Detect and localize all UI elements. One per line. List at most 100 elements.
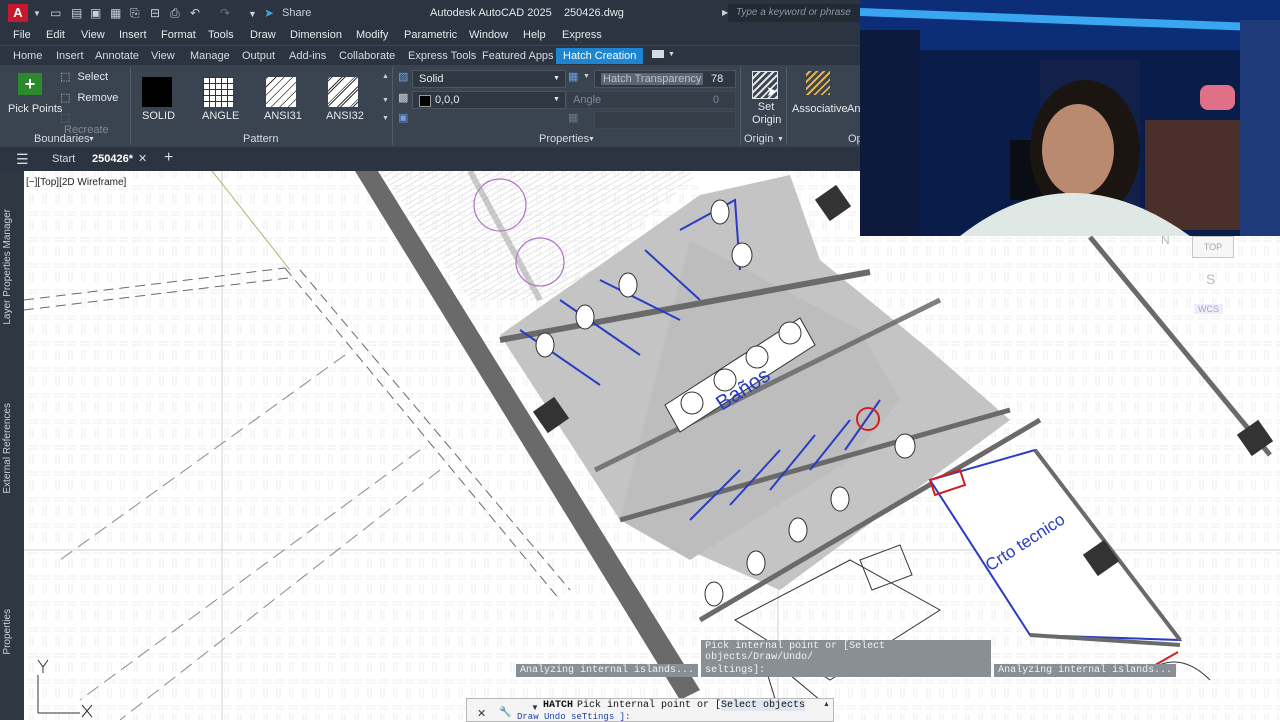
external-references-tab[interactable]: External References xyxy=(2,403,13,494)
menu-insert[interactable]: Insert xyxy=(119,29,147,41)
associative-button[interactable]: Associative xyxy=(792,69,848,119)
ansi32-swatch-icon xyxy=(328,77,358,107)
menu-window[interactable]: Window xyxy=(469,29,508,41)
menu-express[interactable]: Express xyxy=(562,29,602,41)
transparency-label: Hatch Transparency xyxy=(601,73,704,85)
pattern-angle[interactable]: ANGLE xyxy=(196,69,240,122)
pattern-ansi31[interactable]: ANSI31 xyxy=(260,69,304,122)
command-option-select-objects[interactable]: Select objects xyxy=(721,700,806,711)
menu-modify[interactable]: Modify xyxy=(356,29,388,41)
tab-hatch-creation[interactable]: Hatch Creation xyxy=(556,48,644,64)
transparency-dropdown-icon[interactable]: ▼ xyxy=(583,73,590,80)
background-color-icon[interactable]: ▣ xyxy=(398,111,408,124)
pattern-scroll-down-icon[interactable]: ▼ xyxy=(382,97,389,104)
save-icon[interactable]: ▣ xyxy=(90,6,101,20)
remove-button[interactable]: ⬚ Remove xyxy=(60,91,120,107)
new-tab-icon[interactable]: + xyxy=(164,149,173,167)
pattern-expand-icon[interactable]: ▼ xyxy=(382,115,389,122)
command-scroll-icon[interactable]: ▲ xyxy=(823,701,830,708)
menu-view[interactable]: View xyxy=(81,29,105,41)
scale-field[interactable] xyxy=(594,111,736,129)
new-file-icon[interactable]: ▭ xyxy=(50,6,61,20)
app-name: Autodesk AutoCAD 2025 xyxy=(430,7,552,19)
angle-label: Angle xyxy=(573,94,602,106)
panel-divider xyxy=(786,67,787,145)
hatch-type-dropdown[interactable]: Solid ▼ xyxy=(412,70,566,88)
wcs-menu[interactable]: WCS xyxy=(1194,304,1223,314)
hatch-color-dropdown[interactable]: 0,0,0 ▼ xyxy=(412,91,566,109)
publish-icon[interactable]: ⎘ xyxy=(130,6,140,21)
boundaries-expand-icon[interactable]: ▼ xyxy=(88,136,95,143)
command-line[interactable]: ✕ 🔧 ▼ HATCH Pick internal point or [ Sel… xyxy=(466,698,834,722)
tab-manage[interactable]: Manage xyxy=(190,50,230,62)
command-options[interactable]: Draw Undo seTtings ]: xyxy=(517,712,630,722)
command-history-block: Pick internal point or [Select objects/D… xyxy=(701,640,992,677)
color-chip xyxy=(419,95,431,107)
viewcube[interactable]: TOP xyxy=(1192,236,1234,258)
close-command-icon[interactable]: ✕ xyxy=(477,707,486,720)
close-tab-icon[interactable]: ✕ xyxy=(138,152,147,165)
menu-tools[interactable]: Tools xyxy=(208,29,234,41)
tab-annotate[interactable]: Annotate xyxy=(95,50,139,62)
menu-draw[interactable]: Draw xyxy=(250,29,276,41)
command-dropdown-icon[interactable]: ▼ xyxy=(531,703,539,712)
tab-add-ins[interactable]: Add-ins xyxy=(289,50,326,62)
select-button[interactable]: ⬚ Select xyxy=(60,70,120,86)
angle-field[interactable]: Angle 0 xyxy=(566,91,736,109)
menu-format[interactable]: Format xyxy=(161,29,196,41)
mouse-cursor-icon: ➤ xyxy=(766,83,778,99)
undo-icon[interactable]: ↶ xyxy=(190,6,200,20)
properties-tab[interactable]: Properties xyxy=(2,609,13,655)
share-button[interactable]: Share xyxy=(282,7,311,19)
menu-file[interactable]: File xyxy=(13,29,31,41)
annotative-label[interactable]: An xyxy=(847,103,860,115)
pattern-scroll-up-icon[interactable]: ▲ xyxy=(382,73,389,80)
hatch-type-value: Solid xyxy=(419,73,444,85)
pick-points-button[interactable]: + Pick Points xyxy=(6,69,62,119)
open-file-icon[interactable]: ▤ xyxy=(71,6,82,20)
tab-insert[interactable]: Insert xyxy=(56,50,84,62)
autocad-logo-icon[interactable]: A xyxy=(8,4,28,22)
redo-icon[interactable]: ↷ xyxy=(220,6,230,20)
origin-panel-title[interactable]: Origin xyxy=(744,133,773,145)
tab-view[interactable]: View xyxy=(151,50,175,62)
layer-properties-tab[interactable]: Layer Properties Manager xyxy=(2,209,13,325)
ribbon-toggle-icon[interactable] xyxy=(652,50,664,58)
tab-collaborate[interactable]: Collaborate xyxy=(339,50,395,62)
viewport-controls[interactable]: [−][Top][2D Wireframe] xyxy=(26,177,126,188)
recreate-button[interactable]: ⬚ Recreate xyxy=(60,111,120,136)
tab-home[interactable]: Home xyxy=(13,50,42,62)
pattern-ansi32[interactable]: ANSI32 xyxy=(322,69,366,122)
share-icon[interactable]: ➤ xyxy=(264,6,274,20)
start-tab[interactable]: Start xyxy=(52,153,75,165)
plot-icon[interactable]: ⊟ xyxy=(150,6,160,20)
current-file-tab[interactable]: 250426* xyxy=(92,153,133,165)
tab-express-tools[interactable]: Express Tools xyxy=(408,50,476,62)
menu-parametric[interactable]: Parametric xyxy=(404,29,457,41)
menu-help[interactable]: Help xyxy=(523,29,546,41)
save-as-icon[interactable]: ▦ xyxy=(110,6,121,20)
command-settings-icon[interactable]: 🔧 xyxy=(499,707,511,718)
pattern-panel-title: Pattern xyxy=(243,133,279,145)
logo-dropdown-icon[interactable]: ▼ xyxy=(33,9,41,18)
app-menu-icon[interactable]: ☰ xyxy=(16,151,29,168)
boundaries-panel-title[interactable]: Boundaries xyxy=(34,133,90,145)
ribbon-toggle-dropdown-icon[interactable]: ▼ xyxy=(668,51,675,58)
properties-expand-icon[interactable]: ▼ xyxy=(588,136,595,143)
transparency-icon[interactable]: ▦ xyxy=(568,70,578,83)
search-placeholder: Type a keyword or phrase xyxy=(736,7,851,18)
tab-output[interactable]: Output xyxy=(242,50,275,62)
print-icon[interactable]: ⎙ xyxy=(170,6,180,21)
menu-edit[interactable]: Edit xyxy=(46,29,65,41)
scale-icon[interactable]: ▦ xyxy=(568,111,578,124)
pick-points-icon: + xyxy=(18,73,42,95)
pattern-solid[interactable]: SOLID xyxy=(140,69,175,122)
properties-panel-title[interactable]: Properties xyxy=(539,133,589,145)
customize-icon[interactable]: ▼ xyxy=(248,9,257,19)
tab-featured-apps[interactable]: Featured Apps xyxy=(482,50,554,62)
transparency-field[interactable]: Hatch Transparency 78 xyxy=(594,70,736,88)
hatch-color-icon: ▩ xyxy=(398,92,409,104)
menu-dimension[interactable]: Dimension xyxy=(290,29,342,41)
search-input[interactable]: Type a keyword or phrase xyxy=(728,4,860,22)
origin-expand-icon[interactable]: ▼ xyxy=(777,136,784,143)
